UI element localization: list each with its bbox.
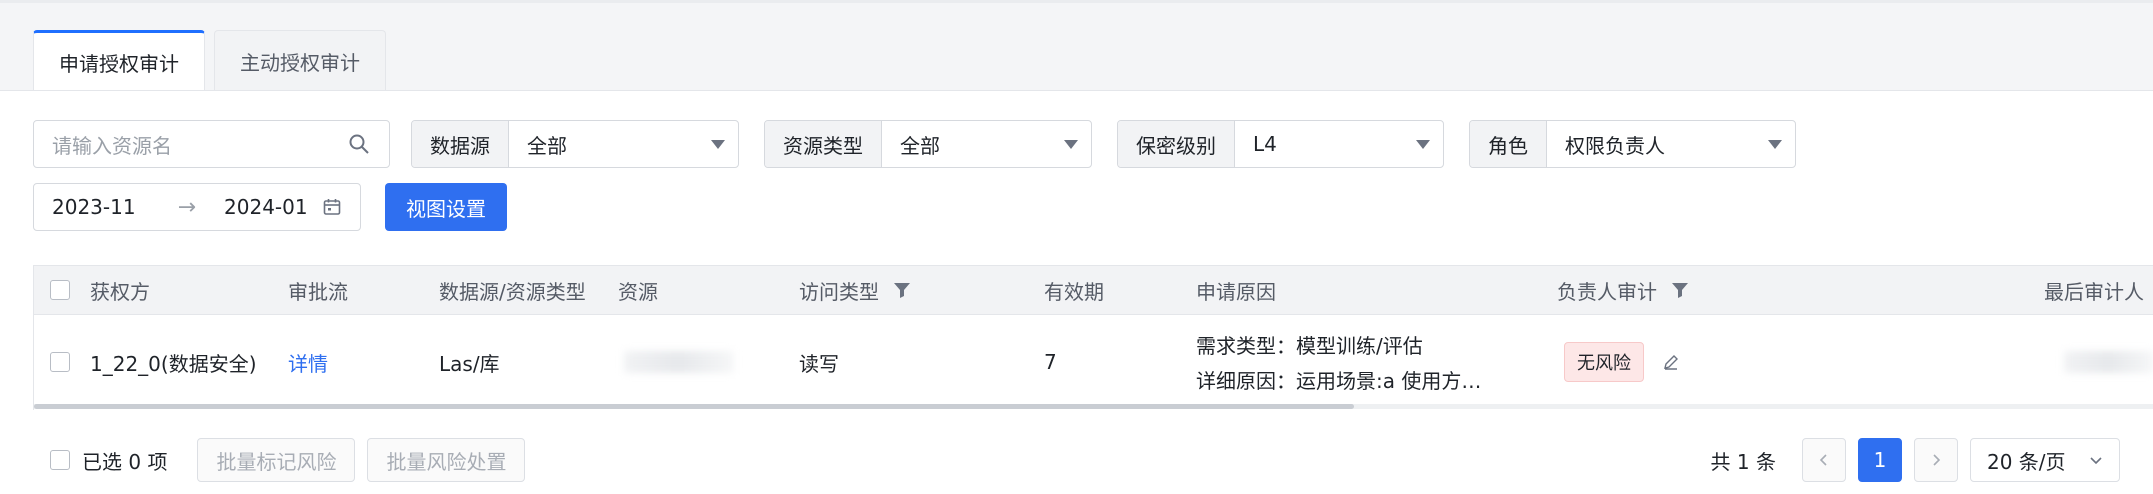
audit-table: 获权方 审批流 数据源/资源类型 资源 访问类型 有效期 申请原因 负责人审计 … <box>33 265 2153 410</box>
audit-panel: 请输入资源名 数据源 全部 资源类型 全部 保密级别 L4 角色 权限负责人 2… <box>0 90 2153 494</box>
caret-down-icon <box>1755 121 1795 167</box>
batch-risk-handle-button[interactable]: 批量风险处置 <box>367 438 526 482</box>
filter-label: 角色 <box>1470 121 1547 167</box>
chevron-left-icon <box>1819 454 1827 466</box>
cell-resource-redacted <box>624 315 734 409</box>
edit-pencil-icon[interactable] <box>1662 353 1680 371</box>
select-all-checkbox[interactable] <box>50 266 70 314</box>
scrollbar-thumb[interactable] <box>34 404 1354 409</box>
filter-value: 权限负责人 <box>1565 133 1665 158</box>
header-owner-audit: 负责人审计 <box>1557 266 1689 314</box>
filter-value: 全部 <box>527 133 567 158</box>
header-access-type: 访问类型 <box>799 266 911 314</box>
calendar-icon <box>323 199 341 215</box>
header-owner-audit-label: 负责人审计 <box>1557 279 1657 304</box>
horizontal-scrollbar[interactable] <box>34 404 2153 409</box>
prev-page-button[interactable] <box>1802 438 1846 482</box>
batch-mark-risk-button[interactable]: 批量标记风险 <box>197 438 356 482</box>
header-approval: 审批流 <box>288 279 348 304</box>
selected-count: 已选 0 项 <box>82 449 168 474</box>
cell-access-type: 读写 <box>799 351 839 376</box>
header-validity: 有效期 <box>1044 279 1104 304</box>
page-size-select[interactable]: 20 条/页 <box>1970 438 2120 482</box>
tab-active-audit[interactable]: 主动授权审计 <box>214 30 386 91</box>
filter-value: L4 <box>1253 132 1277 156</box>
caret-down-icon <box>1403 121 1443 167</box>
filter-security-level[interactable]: 保密级别 L4 <box>1117 120 1444 168</box>
tab-apply-audit[interactable]: 申请授权审计 <box>33 30 205 91</box>
row-checkbox[interactable] <box>50 315 70 409</box>
top-strip <box>0 0 2153 3</box>
header-source-type: 数据源/资源类型 <box>439 279 586 304</box>
search-placeholder: 请输入资源名 <box>52 133 172 158</box>
cell-reason: 需求类型：模型训练/评估 详细原因：运用场景:a 使用方… <box>1196 315 1481 409</box>
resource-search-input[interactable]: 请输入资源名 <box>33 120 390 168</box>
header-reason: 申请原因 <box>1196 279 1276 304</box>
filter-role[interactable]: 角色 权限负责人 <box>1469 120 1796 168</box>
next-page-button[interactable] <box>1914 438 1958 482</box>
caret-down-icon <box>1051 121 1091 167</box>
filter-datasource[interactable]: 数据源 全部 <box>411 120 739 168</box>
page-size-value: 20 条/页 <box>1987 449 2066 474</box>
filter-label: 保密级别 <box>1118 121 1235 167</box>
arrow-right-icon: → <box>177 194 197 220</box>
filter-funnel-icon[interactable] <box>893 281 911 299</box>
audit-tabs: 申请授权审计 主动授权审计 <box>33 30 386 91</box>
total-count: 共 1 条 <box>1710 449 1776 474</box>
reason-line-detail: 详细原因：运用场景:a 使用方… <box>1196 369 1482 393</box>
risk-badge: 无风险 <box>1564 342 1644 382</box>
header-access-label: 访问类型 <box>799 279 879 304</box>
filter-funnel-icon[interactable] <box>1671 281 1689 299</box>
chevron-down-icon <box>2090 457 2102 465</box>
cell-source-type: Las/库 <box>439 351 500 376</box>
filter-label: 数据源 <box>412 121 509 167</box>
date-start: 2023-11 <box>52 195 136 219</box>
search-icon <box>349 134 369 154</box>
pagination: 共 1 条 1 20 条/页 <box>1711 438 2120 482</box>
batch-actions: 已选 0 项 批量标记风险 批量风险处置 <box>50 438 526 482</box>
filter-resource-type[interactable]: 资源类型 全部 <box>764 120 1092 168</box>
table-header: 获权方 审批流 数据源/资源类型 资源 访问类型 有效期 申请原因 负责人审计 … <box>34 266 2153 315</box>
chevron-right-icon <box>1933 454 1941 466</box>
header-resource: 资源 <box>618 279 658 304</box>
date-end: 2024-01 <box>224 195 308 219</box>
cell-validity: 7 <box>1044 350 1057 374</box>
cell-owner-audit: 无风险 <box>1564 315 1680 409</box>
header-grantee: 获权方 <box>90 279 150 304</box>
approval-detail-link[interactable]: 详情 <box>288 315 328 409</box>
select-all-footer-checkbox[interactable] <box>50 450 70 470</box>
caret-down-icon <box>698 121 738 167</box>
filter-label: 资源类型 <box>765 121 882 167</box>
date-range-picker[interactable]: 2023-11 → 2024-01 <box>33 183 361 231</box>
header-last-auditor: 最后审计人 <box>2044 279 2144 304</box>
cell-last-auditor-redacted <box>2064 315 2153 409</box>
reason-line-type: 需求类型：模型训练/评估 <box>1196 334 1423 358</box>
filter-value: 全部 <box>900 133 940 158</box>
table-row: 1_22_0(数据安全) 详情 Las/库 读写 7 需求类型：模型训练/评估 … <box>34 315 2153 409</box>
view-settings-button[interactable]: 视图设置 <box>385 183 507 231</box>
page-number-button[interactable]: 1 <box>1858 438 1902 482</box>
cell-grantee: 1_22_0(数据安全) <box>90 351 257 376</box>
